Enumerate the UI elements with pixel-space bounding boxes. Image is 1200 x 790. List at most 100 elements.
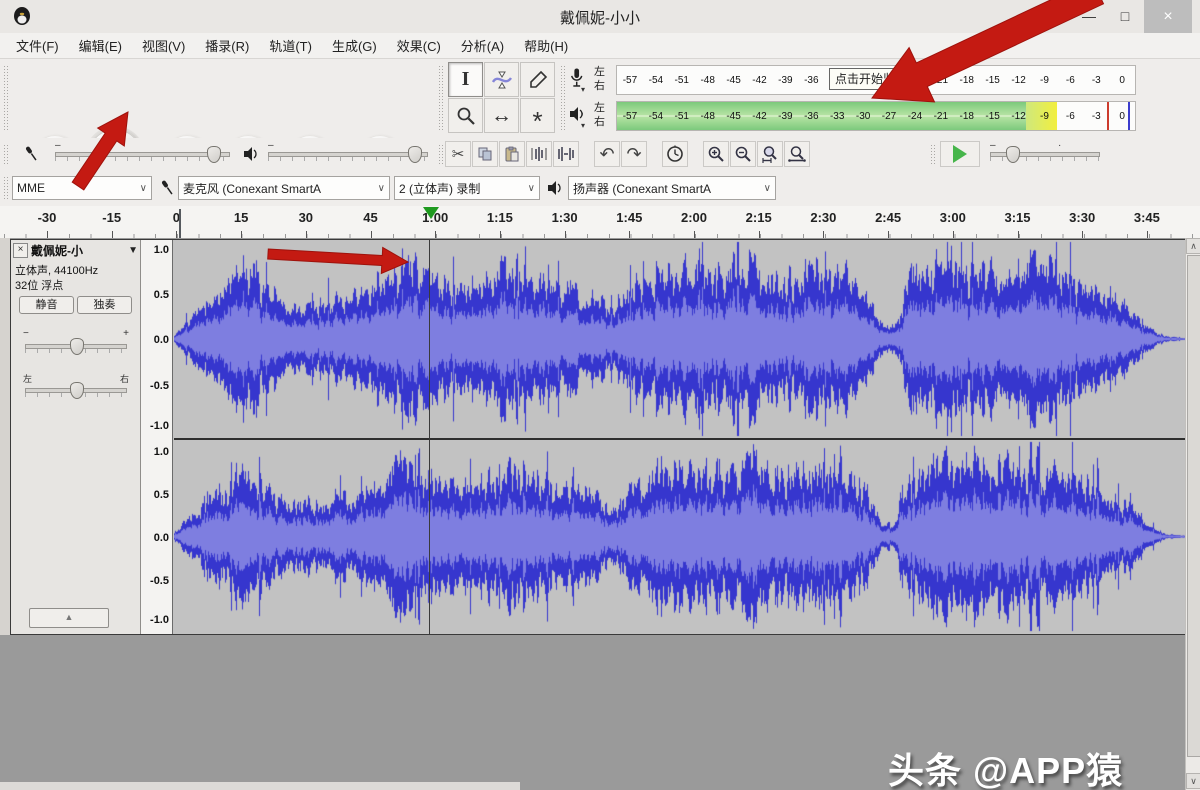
timeline-major-tick bbox=[1082, 231, 1083, 238]
amplitude-label: 0.5 bbox=[154, 289, 169, 301]
track-name[interactable]: 戴佩妮-小 bbox=[31, 242, 83, 259]
output-device-select[interactable]: 扬声器 (Conexant SmartA ∨ bbox=[568, 176, 776, 200]
fit-project-button[interactable] bbox=[784, 141, 810, 167]
redo-button[interactable]: ↷ bbox=[621, 141, 647, 167]
device-toolbar: MME ∨ 麦克风 (Conexant SmartA ∨ 2 (立体声) 录制 … bbox=[0, 170, 1200, 207]
input-channels-select[interactable]: 2 (立体声) 录制 ∨ bbox=[394, 176, 540, 200]
menu-item-edit[interactable]: 编辑(E) bbox=[69, 33, 132, 58]
dropdown-arrow-icon[interactable]: ▾ bbox=[581, 85, 585, 94]
db-tick-label: -21 bbox=[928, 111, 954, 122]
trim-audio-button[interactable] bbox=[526, 141, 552, 167]
waveform-channel-right[interactable] bbox=[174, 440, 1185, 633]
paste-button[interactable] bbox=[499, 141, 525, 167]
db-tick-label: -18 bbox=[954, 111, 980, 122]
timeline-major-tick bbox=[1147, 231, 1148, 238]
copy-button[interactable] bbox=[472, 141, 498, 167]
timeline-ruler[interactable]: -30-1501530451:001:151:301:452:002:152:3… bbox=[0, 206, 1200, 239]
multi-tool-button[interactable]: * bbox=[520, 98, 555, 133]
recording-meter[interactable]: ▾ 左 右 -57-54-51-48-45-42-39-36-33-30-27-… bbox=[566, 63, 1138, 97]
track-menu-arrow-icon[interactable]: ▼ bbox=[128, 245, 138, 256]
track-close-button[interactable]: × bbox=[13, 243, 28, 258]
timeline-play-marker[interactable] bbox=[423, 207, 439, 219]
vertical-scrollbar[interactable]: ∧ ∨ bbox=[1185, 238, 1200, 790]
fit-selection-button[interactable] bbox=[757, 141, 783, 167]
ibeam-icon: I bbox=[462, 68, 470, 91]
horizontal-scrollbar[interactable] bbox=[0, 782, 520, 790]
db-tick-label: -54 bbox=[643, 111, 669, 122]
zoom-out-button[interactable] bbox=[730, 141, 756, 167]
timeline-label: 30 bbox=[299, 210, 313, 225]
toolbar-grip[interactable] bbox=[930, 144, 936, 164]
zoom-in-button[interactable] bbox=[703, 141, 729, 167]
mute-button[interactable]: 静音 bbox=[19, 296, 74, 314]
undo-icon: ↶ bbox=[599, 144, 614, 165]
double-arrow-icon: ↔ bbox=[491, 104, 512, 128]
timeline-major-tick bbox=[629, 231, 630, 238]
play-at-speed-button[interactable] bbox=[940, 141, 980, 167]
monitoring-tooltip[interactable]: 点击开始监视 bbox=[829, 68, 913, 90]
db-tick-label: 0 bbox=[1109, 75, 1135, 86]
track-collapse-button[interactable]: ▲ bbox=[29, 608, 109, 628]
db-tick-label: -12 bbox=[1006, 75, 1032, 86]
draw-tool-button[interactable] bbox=[520, 62, 555, 97]
dropdown-arrow-icon[interactable]: ▾ bbox=[581, 121, 585, 130]
solo-button[interactable]: 独奏 bbox=[77, 296, 132, 314]
playback-meter-bar[interactable]: -57-54-51-48-45-42-39-36-33-30-27-24-21-… bbox=[616, 101, 1136, 131]
timeline-label: 2:00 bbox=[681, 210, 707, 225]
record-meter-bar[interactable]: -57-54-51-48-45-42-39-36-33-30-27-24-21-… bbox=[616, 65, 1136, 95]
paste-icon bbox=[504, 146, 520, 162]
minimize-button[interactable]: — bbox=[1072, 0, 1106, 33]
close-button[interactable]: × bbox=[1144, 0, 1192, 33]
record-meter-left-label: 左 bbox=[594, 65, 605, 79]
menu-item-effect[interactable]: 效果(C) bbox=[387, 33, 451, 58]
db-tick-label: -36 bbox=[798, 111, 824, 122]
playback-speed-slider[interactable]: – · bbox=[990, 144, 1100, 162]
db-tick-label: -9 bbox=[1032, 111, 1058, 122]
undo-button[interactable]: ↶ bbox=[594, 141, 620, 167]
timeline-major-tick bbox=[694, 231, 695, 238]
selection-tool-button[interactable]: I bbox=[448, 62, 483, 97]
menu-item-generate[interactable]: 生成(G) bbox=[322, 33, 387, 58]
toolbar-grip[interactable] bbox=[438, 65, 444, 132]
db-tick-label: 0 bbox=[1109, 111, 1135, 122]
cut-button[interactable]: ✂ bbox=[445, 141, 471, 167]
menu-item-analyze[interactable]: 分析(A) bbox=[451, 33, 514, 58]
scroll-down-button[interactable]: ∨ bbox=[1186, 773, 1200, 789]
timeline-label: 1:45 bbox=[616, 210, 642, 225]
playback-meter[interactable]: ▾ 左 右 -57-54-51-48-45-42-39-36-33-30-27-… bbox=[566, 99, 1138, 133]
input-volume-slider[interactable]: – bbox=[55, 144, 230, 162]
silence-icon bbox=[557, 146, 575, 162]
title-bar: 戴佩妮-小小 — □ × bbox=[0, 0, 1200, 34]
silence-audio-button[interactable] bbox=[553, 141, 579, 167]
menu-item-tracks[interactable]: 轨道(T) bbox=[259, 33, 322, 58]
db-tick-label: -39 bbox=[772, 75, 798, 86]
audacity-window: 戴佩妮-小小 — □ × 文件(F) 编辑(E) 视图(V) 播录(R) 轨道(… bbox=[0, 0, 1200, 790]
output-volume-slider[interactable]: – bbox=[268, 144, 428, 162]
time-shift-tool-button[interactable]: ↔ bbox=[484, 98, 519, 133]
menu-item-view[interactable]: 视图(V) bbox=[132, 33, 195, 58]
amplitude-label: 0.5 bbox=[154, 489, 169, 501]
toolbar-grip[interactable] bbox=[3, 65, 9, 132]
fit-project-icon bbox=[788, 145, 806, 163]
sync-lock-button[interactable] bbox=[662, 141, 688, 167]
db-tick-label: -51 bbox=[669, 75, 695, 86]
toolbar-grip[interactable] bbox=[3, 176, 9, 200]
zoom-tool-button[interactable] bbox=[448, 98, 483, 133]
menu-item-file[interactable]: 文件(F) bbox=[6, 33, 69, 58]
audio-host-select[interactable]: MME ∨ bbox=[12, 176, 152, 200]
maximize-button[interactable]: □ bbox=[1108, 0, 1142, 33]
chevron-down-icon: ∨ bbox=[524, 183, 535, 194]
toolbar-grip[interactable] bbox=[438, 144, 444, 164]
scroll-up-button[interactable]: ∧ bbox=[1186, 238, 1200, 254]
menu-item-help[interactable]: 帮助(H) bbox=[514, 33, 578, 58]
db-tick-label: -3 bbox=[1083, 111, 1109, 122]
menu-item-transport[interactable]: 播录(R) bbox=[195, 33, 259, 58]
input-device-select[interactable]: 麦克风 (Conexant SmartA ∨ bbox=[178, 176, 390, 200]
envelope-tool-button[interactable] bbox=[484, 62, 519, 97]
vertical-scroll-thumb[interactable] bbox=[1187, 255, 1200, 757]
amplitude-ruler[interactable]: 1.00.50.0-0.5-1.01.00.50.0-0.5-1.0 bbox=[141, 240, 173, 634]
record-meter-right-label: 右 bbox=[594, 79, 605, 93]
waveform-channel-left[interactable] bbox=[174, 240, 1185, 438]
amplitude-label: 0.0 bbox=[154, 532, 169, 544]
toolbar-grip[interactable] bbox=[3, 144, 9, 164]
